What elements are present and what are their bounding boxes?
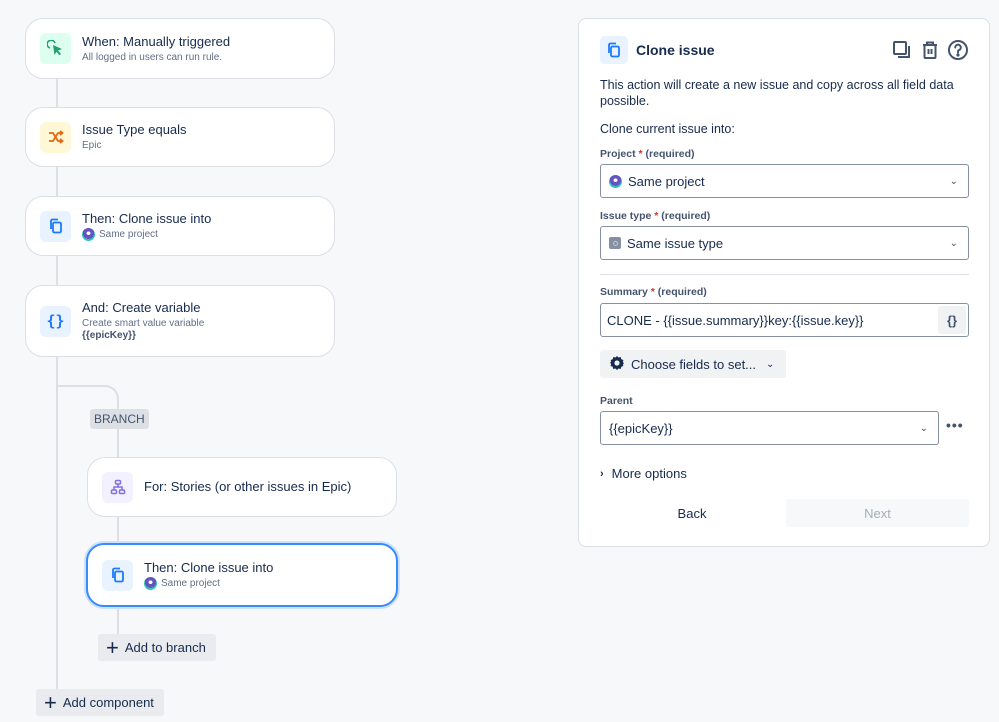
more-options-label: More options [611, 466, 687, 481]
parent-label: Parent [600, 395, 633, 407]
chevron-down-icon: ⌄ [949, 237, 958, 249]
parent-select-value: {{epicKey}} [609, 420, 673, 436]
project-label-text: Project [600, 148, 636, 160]
create-variable-title: And: Create variable [82, 300, 201, 315]
panel-description: This action will create a new issue and … [600, 78, 954, 108]
back-button[interactable]: Back [600, 499, 784, 527]
issue-type-icon [609, 237, 621, 249]
chevron-right-icon: › [600, 467, 604, 480]
issue-type-label-text: Issue type [600, 210, 652, 222]
gear-icon [609, 355, 625, 374]
connector [117, 428, 119, 458]
braces-icon: {} [40, 305, 71, 337]
connector [117, 606, 119, 636]
issue-type-select[interactable]: Same issue type ⌄ [600, 226, 969, 260]
help-icon[interactable] [947, 39, 969, 61]
copy-icon [102, 559, 133, 591]
clone-into-label: Clone current issue into: [600, 122, 735, 136]
copy-rule-icon[interactable] [891, 39, 913, 61]
issue-type-label: Issue type * (required) [600, 210, 710, 222]
clone-action-title: Then: Clone issue into [82, 211, 212, 226]
condition-card[interactable]: Issue Type equals Epic [25, 107, 335, 167]
choose-fields-button[interactable]: Choose fields to set... ⌄ [600, 350, 787, 378]
required-text: (required) [661, 210, 711, 222]
project-avatar-icon [82, 228, 95, 241]
required-marker: * [650, 286, 655, 298]
copy-icon [40, 210, 71, 242]
summary-input-value: CLONE - {{issue.summary}}key:{{issue.key… [607, 312, 864, 328]
required-marker: * [638, 148, 643, 160]
panel-title: Clone issue [636, 42, 715, 58]
branch-clone-action-title: Then: Clone issue into [144, 560, 274, 575]
rule-canvas: When: Manually triggered All logged in u… [0, 0, 560, 722]
add-component-label: Add component [62, 695, 154, 710]
copy-icon [600, 36, 628, 64]
required-text: (required) [645, 148, 695, 160]
clone-action-card[interactable]: Then: Clone issue into Same project [25, 196, 335, 256]
condition-title: Issue Type equals [82, 122, 187, 137]
project-avatar-icon [144, 577, 157, 590]
clone-action-subtitle: Same project [99, 229, 158, 240]
summary-label: Summary * (required) [600, 286, 707, 298]
create-variable-name: {{epicKey}} [82, 330, 136, 341]
panel-header: Clone issue [600, 35, 969, 65]
parent-select[interactable]: {{epicKey}} ⌄ [600, 411, 939, 445]
next-button[interactable]: Next [786, 499, 969, 527]
more-options-toggle[interactable]: › More options [600, 466, 687, 481]
choose-fields-label: Choose fields to set... [631, 356, 757, 372]
chevron-down-icon: ⌄ [949, 175, 958, 187]
issue-type-select-value: Same issue type [627, 235, 724, 251]
add-component-button[interactable]: + Add component [36, 689, 164, 716]
action-config-panel: Clone issue This action will create a ne… [578, 18, 990, 547]
create-variable-subtitle: Create smart value variable [82, 318, 205, 329]
branch-card[interactable]: For: Stories (or other issues in Epic) [87, 457, 397, 517]
chevron-down-icon: ⌄ [766, 358, 775, 370]
plus-icon: + [44, 689, 57, 715]
project-select[interactable]: Same project ⌄ [600, 164, 969, 198]
project-avatar-icon [609, 174, 622, 188]
branch-clone-action-card[interactable]: Then: Clone issue into Same project [86, 543, 398, 607]
hierarchy-icon [102, 471, 133, 503]
more-actions-icon[interactable]: ••• [946, 417, 964, 433]
connector [117, 516, 119, 544]
trigger-subtitle: All logged in users can run rule. [82, 51, 223, 63]
divider [600, 274, 969, 275]
shuffle-icon [40, 121, 71, 153]
add-to-branch-label: Add to branch [124, 640, 206, 655]
trigger-title: When: Manually triggered [82, 33, 231, 49]
branch-tag: BRANCH [90, 409, 149, 429]
project-select-value: Same project [628, 173, 705, 189]
create-variable-card[interactable]: {} And: Create variable Create smart val… [25, 285, 335, 357]
trigger-card[interactable]: When: Manually triggered All logged in u… [25, 18, 335, 79]
trash-icon[interactable] [919, 39, 941, 61]
cursor-click-icon [40, 33, 71, 64]
smart-value-button[interactable]: {} [938, 306, 966, 334]
connector [56, 255, 58, 286]
branch-title: For: Stories (or other issues in Epic) [144, 479, 352, 494]
required-marker: * [654, 210, 659, 222]
add-to-branch-button[interactable]: + Add to branch [98, 634, 216, 661]
summary-label-text: Summary [600, 286, 648, 298]
condition-subtitle: Epic [82, 140, 102, 151]
summary-input[interactable]: CLONE - {{issue.summary}}key:{{issue.key… [600, 303, 969, 337]
connector [56, 78, 58, 108]
required-text: (required) [657, 286, 707, 298]
plus-icon: + [106, 634, 119, 660]
connector [56, 166, 58, 197]
branch-clone-action-subtitle: Same project [161, 578, 220, 589]
chevron-down-icon: ⌄ [919, 422, 928, 434]
project-label: Project * (required) [600, 148, 695, 160]
